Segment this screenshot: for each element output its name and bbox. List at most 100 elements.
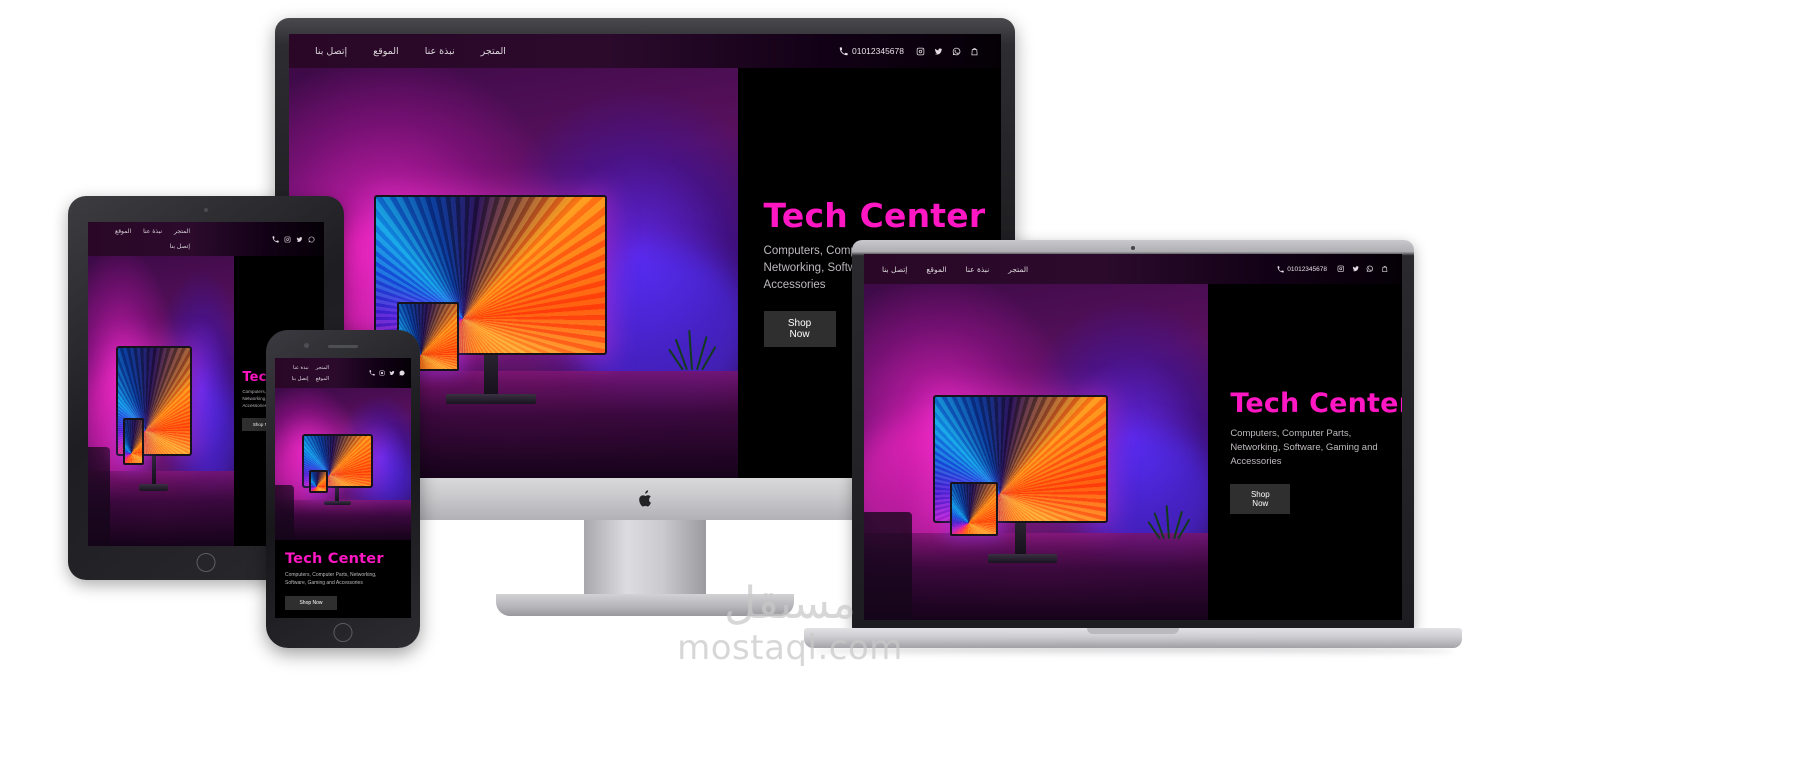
nav-right [272,235,315,243]
site-nav: المتجر نبذة عنا الموقع إتصل بنا [88,222,324,256]
nav-item-contact[interactable]: إتصل بنا [292,376,309,382]
phone-icon [839,46,848,55]
hero-subtitle: Computers, Computer Parts, Networking, S… [1230,427,1378,468]
hero-chair [864,512,913,620]
hero-panel-phone: Tech Center Computers, Computer Parts, N… [275,540,411,618]
phone-camera-icon [304,343,309,348]
nav-item-about[interactable]: نبذة عنا [966,265,990,274]
nav-right: 01012345678 [839,46,979,56]
phone-screen: المتجر نبذة عنا الموقع إتصل بنا Tech Cen… [275,358,411,618]
nav-item-location[interactable]: الموقع [115,228,131,235]
instagram-icon[interactable] [379,370,385,376]
nav-right: 01012345678 [1277,265,1388,273]
whatsapp-icon[interactable] [399,370,405,376]
tablet-camera-icon [204,208,208,212]
whatsapp-icon[interactable] [952,47,961,56]
nav-item-store[interactable]: المتجر [174,228,190,235]
mockup-canvas: المتجر نبذة عنا الموقع إتصل بنا 01012345… [0,0,1800,760]
hero-title: Tech Center [763,196,986,236]
nav-social-icons [379,370,405,376]
hero-monitor-stand [484,355,498,396]
hero-chair [88,447,110,546]
hero-monitor-base [323,501,352,505]
nav-links: المتجر نبذة عنا الموقع إتصل بنا [882,265,1028,274]
nav-item-store[interactable]: المتجر [481,46,506,57]
instagram-icon[interactable] [284,236,291,243]
imac-camera-icon [642,25,648,30]
nav-right [369,370,405,376]
hero-subtitle: Computers, Computer Parts, Networking, S… [285,572,377,586]
phone-icon [1277,265,1284,272]
twitter-icon[interactable] [1352,265,1360,273]
website-laptop: المتجر نبذة عنا الموقع إتصل بنا 01012345… [864,254,1402,620]
nav-item-about[interactable]: نبذة عنا [425,46,455,57]
nav-item-contact[interactable]: إتصل بنا [315,46,347,57]
hero-monitor-base [139,483,169,491]
shop-now-button[interactable]: Shop Now [763,310,836,347]
nav-item-about[interactable]: نبذة عنا [143,228,162,235]
hero-laptop-wallpaper [311,472,327,491]
hero-photo-tablet [88,256,235,546]
hero-laptop-wallpaper [125,420,142,463]
phone-home-button[interactable] [333,623,353,642]
hero-photo-phone [275,388,411,540]
laptop-base-notch [1087,628,1179,634]
hero-monitor-base [987,554,1057,563]
nav-links: المتجر نبذة عنا الموقع إتصل بنا [315,46,506,57]
nav-item-location[interactable]: الموقع [316,376,329,382]
laptop-base-shadow [814,646,1454,656]
shop-now-button[interactable]: Shop Now [1230,483,1291,514]
phone-icon[interactable] [369,370,375,376]
hero-laptop-prop [309,470,329,493]
nav-links: المتجر نبذة عنا الموقع إتصل بنا [281,365,329,382]
nav-item-store[interactable]: المتجر [1008,265,1028,274]
instagram-icon[interactable] [1337,265,1345,273]
instagram-icon[interactable] [916,47,925,56]
hero-monitor-base [445,393,536,404]
nav-item-contact[interactable]: إتصل بنا [170,243,190,250]
hero-laptop-prop [950,482,999,536]
hero-monitor-stand [151,456,157,486]
phone-icon[interactable] [272,235,279,243]
nav-item-store[interactable]: المتجر [316,365,329,371]
nav-links: المتجر نبذة عنا الموقع إتصل بنا [98,228,190,250]
laptop-screen: المتجر نبذة عنا الموقع إتصل بنا 01012345… [864,254,1402,620]
tablet-home-button[interactable] [196,553,216,572]
nav-phone-number: 01012345678 [1287,265,1327,273]
hero-desk [864,532,1209,620]
nav-social-icons [916,47,979,56]
hero-chair [275,485,295,540]
hero-desk [275,500,411,540]
nav-social-icons [1337,265,1388,273]
site-hero: Tech Center Computers, Computer Parts, N… [864,284,1402,620]
imac-stand-neck [584,520,706,598]
website-phone: المتجر نبذة عنا الموقع إتصل بنا Tech Cen… [275,358,411,618]
whatsapp-icon[interactable] [308,236,315,243]
hero-photo-laptop [864,284,1209,620]
site-nav: المتجر نبذة عنا الموقع إتصل بنا 01012345… [864,254,1402,284]
hero-laptop-prop [123,418,144,465]
hero-panel-laptop: Tech Center Computers, Computer Parts, N… [1208,284,1402,620]
nav-phone[interactable]: 01012345678 [839,46,904,56]
twitter-icon[interactable] [934,47,943,56]
twitter-icon[interactable] [296,236,303,243]
nav-item-about[interactable]: نبذة عنا [293,365,309,371]
apple-logo-icon [638,490,651,507]
nav-social-icons [284,236,315,243]
hero-title: Tech Center [1230,388,1402,420]
nav-item-location[interactable]: الموقع [373,46,399,57]
whatsapp-icon[interactable] [1366,265,1374,273]
imac-stand-foot [496,594,794,616]
hero-title: Tech Center [285,551,384,567]
laptop-camera-icon [1131,246,1135,250]
shop-now-button[interactable]: Shop Now [285,596,337,611]
nav-item-contact[interactable]: إتصل بنا [882,265,907,274]
hero-monitor-stand [334,488,339,502]
hero-laptop-wallpaper [952,484,997,534]
phone-speaker [328,345,358,348]
shopping-bag-icon[interactable] [1381,265,1389,273]
nav-phone[interactable]: 01012345678 [1277,266,1327,273]
nav-item-location[interactable]: الموقع [926,265,946,274]
twitter-icon[interactable] [389,370,395,376]
shopping-bag-icon[interactable] [970,47,979,56]
